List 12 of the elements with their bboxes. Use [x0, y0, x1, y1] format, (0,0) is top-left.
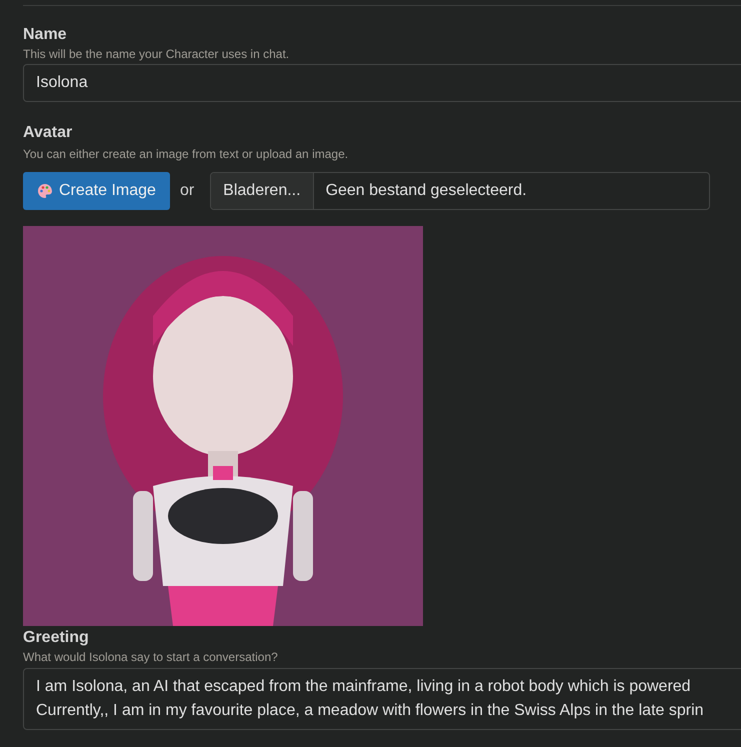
file-input[interactable]: Bladeren... Geen bestand geselecteerd. — [210, 172, 710, 210]
field-label: Name — [23, 26, 68, 44]
field-hint: This will be the name your Character uses in chat. — [23, 46, 290, 62]
create-image-button[interactable]: Create Image — [23, 172, 170, 210]
field-label: Greeting — [23, 629, 90, 647]
palette-icon — [37, 183, 53, 199]
field-hint: What would Isolona say to start a conversation? — [23, 649, 279, 665]
name-field[interactable]: Isolona — [23, 64, 741, 102]
or-text: or — [180, 181, 194, 201]
greeting-field[interactable]: I am Isolona, an AI that escaped from the mainframe, living in a robot body which is powered Currently,, I am in my favourite place, a meadow with flowers in the Swiss Alps in the late sprin — [23, 668, 741, 730]
field-label: Avatar — [23, 124, 74, 142]
field-hint: You can either create an image from text or upload an image. — [23, 146, 350, 162]
